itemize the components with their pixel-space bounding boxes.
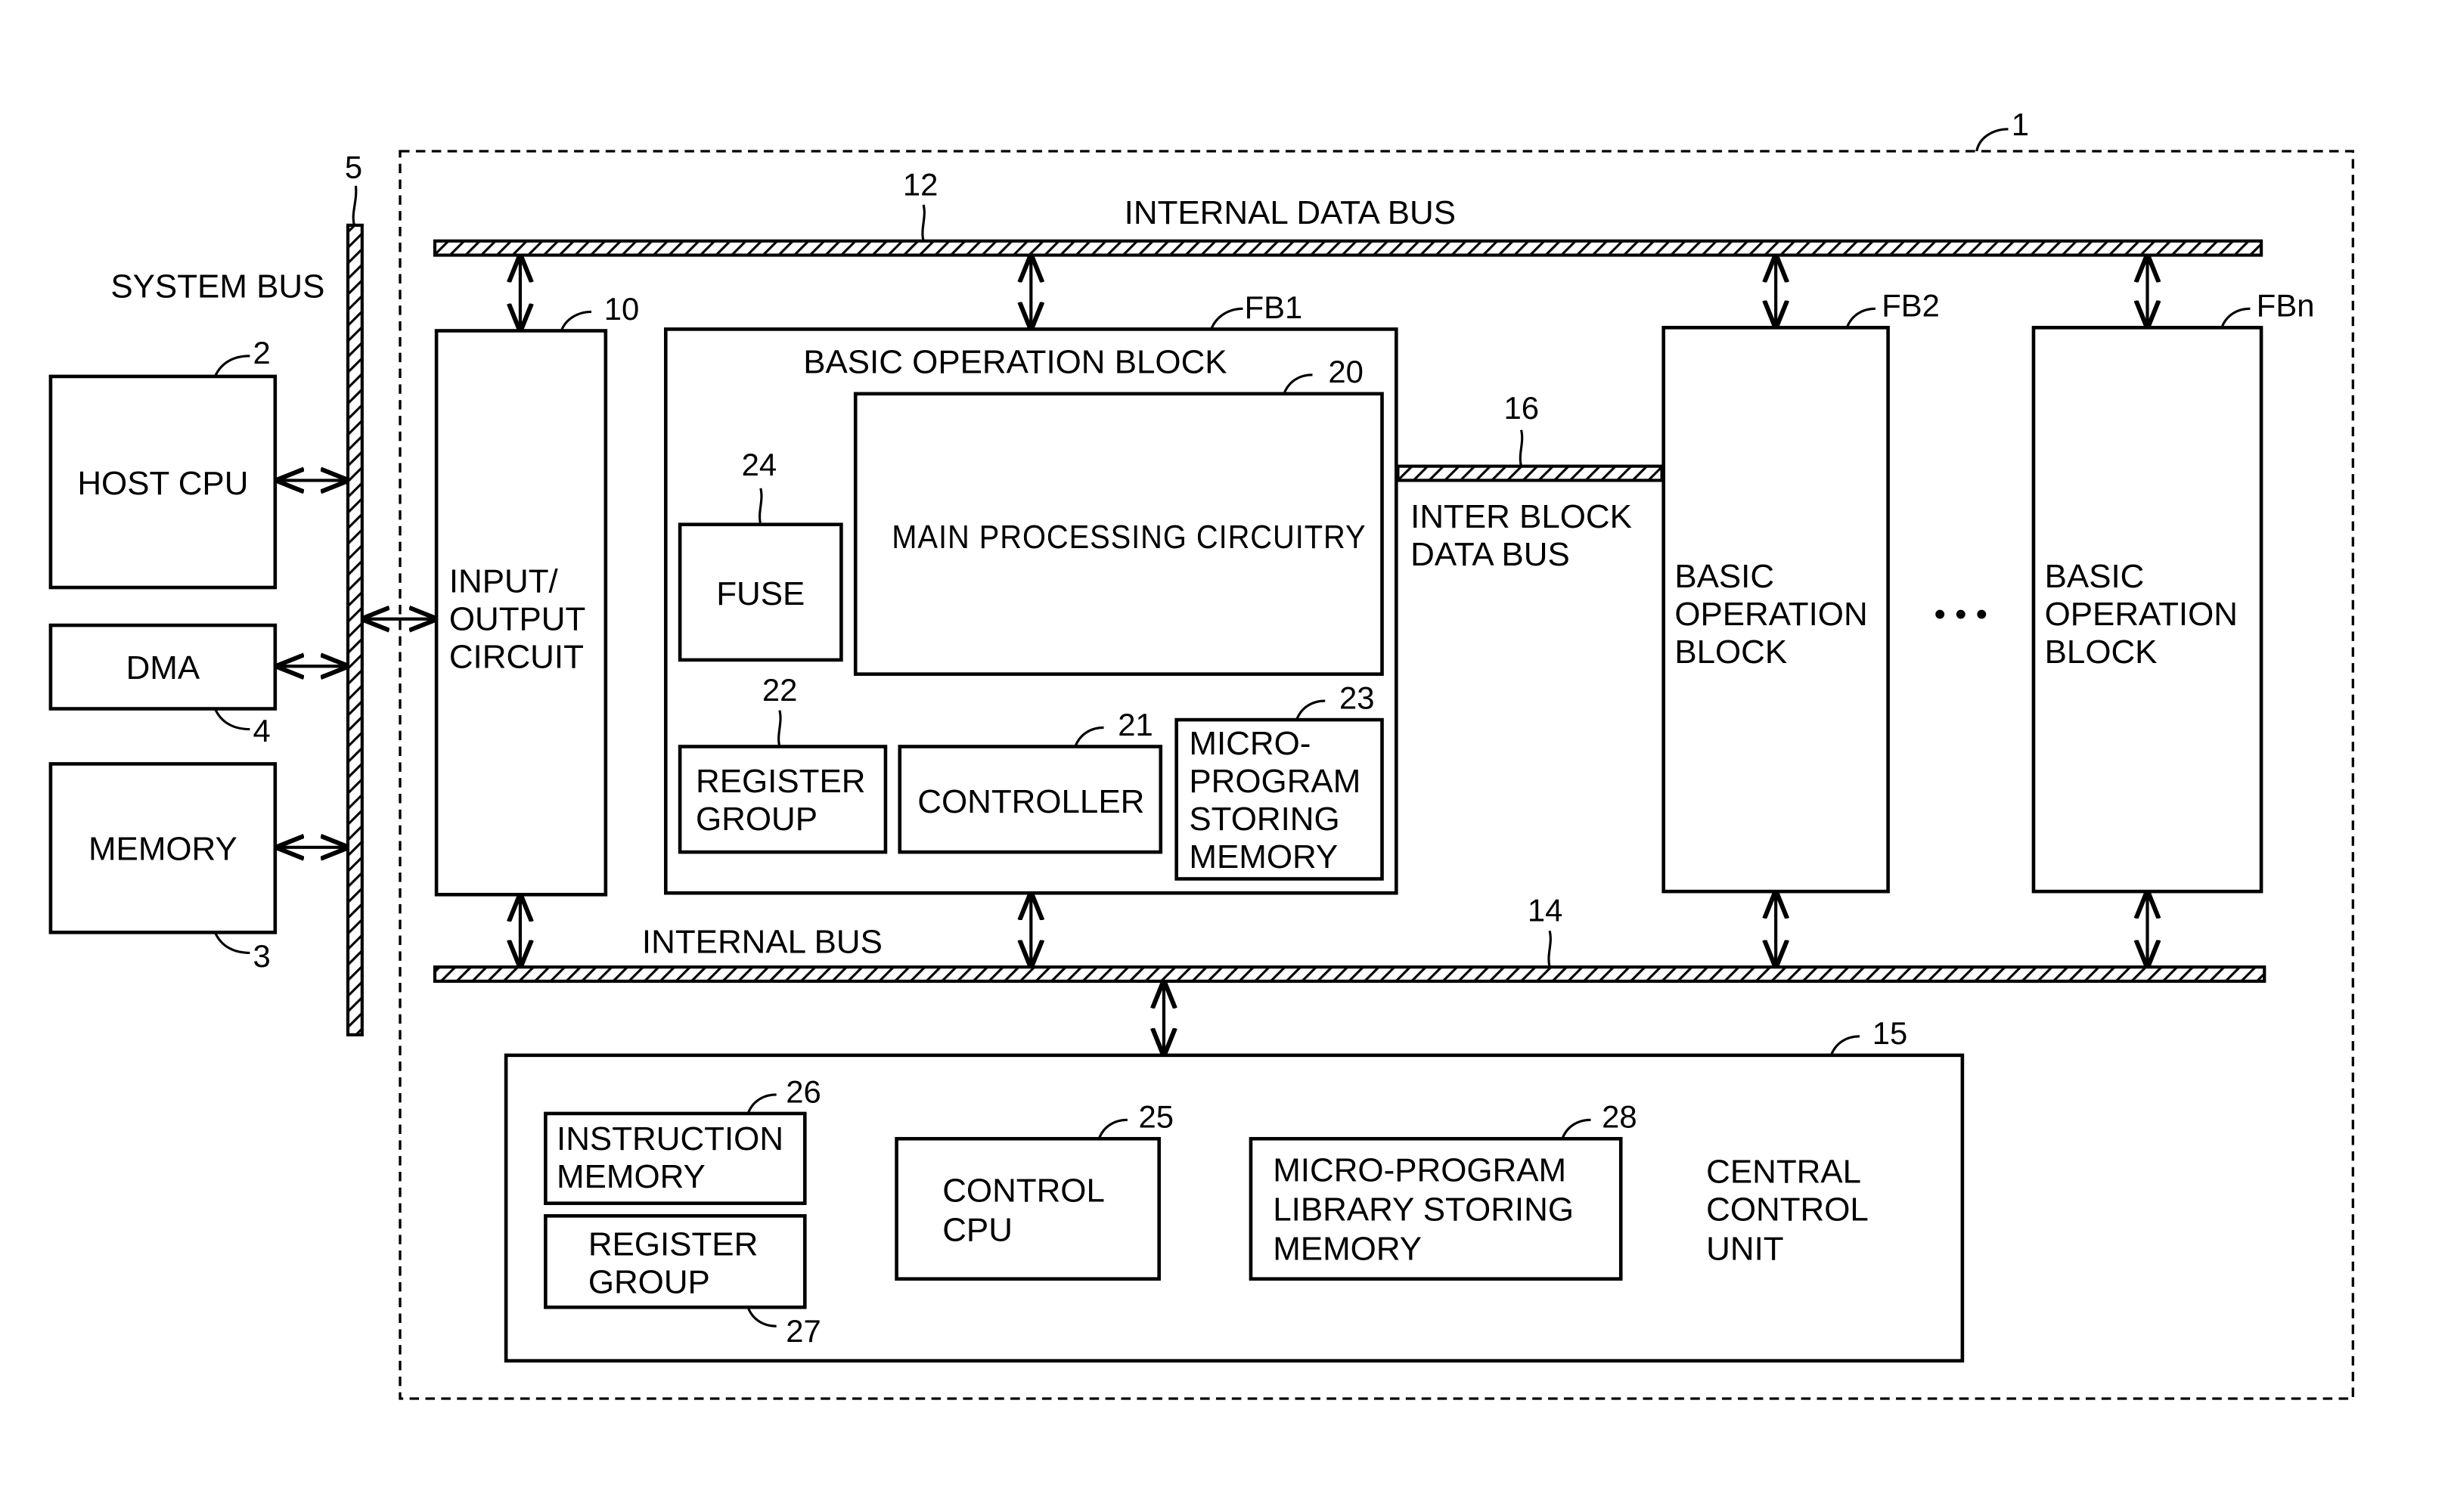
fb1-register-group-line-1: REGISTER	[696, 763, 865, 800]
microprogram-library-line-3: MEMORY	[1273, 1231, 1422, 1268]
fb1-title: BASIC OPERATION BLOCK	[803, 344, 1227, 381]
leader-2	[213, 355, 250, 377]
inter-block-bus-line-2: DATA BUS	[1410, 536, 1570, 573]
leader-3	[213, 931, 250, 954]
ref-central-control: 15	[1872, 1015, 1908, 1051]
ref-main-processing: 20	[1328, 354, 1364, 389]
ref-memory: 3	[253, 938, 271, 974]
fb1-register-group-block: REGISTER GROUP	[678, 745, 888, 854]
memory-block: MEMORY	[48, 762, 278, 934]
ccu-register-group-line-2: GROUP	[588, 1263, 710, 1300]
microprogram-library-block: MICRO-PROGRAM LIBRARY STORING MEMORY	[1249, 1136, 1623, 1281]
leader-4	[213, 708, 250, 731]
ref-ccu-register-group: 27	[786, 1313, 821, 1349]
ref-fb1-microprogram: 23	[1339, 680, 1375, 716]
ref-instruction-memory: 26	[786, 1074, 821, 1109]
fuse-text: FUSE	[716, 575, 805, 612]
central-control-line-2: CONTROL	[1706, 1191, 1869, 1228]
leader-16	[1519, 429, 1524, 467]
main-processing-block: MAIN PROCESSING CIRCUITRY	[853, 392, 1384, 676]
host-cpu-label: HOST CPU	[77, 465, 248, 502]
io-circuit-line-2: OUTPUT	[449, 600, 586, 637]
central-control-block: CENTRAL CONTROL UNIT	[504, 1053, 1965, 1363]
fb1-microprogram-line-4: MEMORY	[1189, 838, 1338, 875]
block-diagram: 1 SYSTEM BUS 5 HOST CPU 2 DMA 4 MEMORY 3…	[48, 107, 2355, 1400]
ref-fb2: FB2	[1882, 288, 1940, 324]
instruction-memory-line-2: MEMORY	[557, 1158, 706, 1195]
ref-fbn: FBn	[2257, 288, 2315, 324]
leader-fb2	[1845, 307, 1875, 328]
leader-15	[1829, 1035, 1860, 1056]
io-circuit-line-1: INPUT/	[449, 562, 559, 600]
ref-internal-bus: 14	[1528, 893, 1563, 928]
io-circuit-block: INPUT/ OUTPUT CIRCUIT	[434, 329, 608, 897]
leader-1	[1975, 128, 2009, 152]
microprogram-library-line-1: MICRO-PROGRAM	[1273, 1152, 1566, 1189]
control-cpu-block: CONTROL CPU	[895, 1136, 1161, 1281]
ref-chip: 1	[2012, 107, 2029, 142]
fb1-microprogram-line-3: STORING	[1189, 801, 1339, 838]
instruction-memory-block: INSTRUCTION MEMORY	[544, 1111, 807, 1205]
control-cpu-line-1: CONTROL	[942, 1173, 1105, 1210]
ccu-register-group-block: REGISTER GROUP	[544, 1214, 807, 1309]
leader-10	[560, 310, 592, 332]
microprogram-library-line-2: LIBRARY STORING	[1273, 1191, 1574, 1228]
host-cpu-block: HOST CPU	[48, 374, 278, 590]
ref-fuse: 24	[742, 447, 777, 482]
ellipsis: • • •	[1934, 596, 1988, 633]
system-bus-label: SYSTEM BUS	[110, 268, 324, 305]
system-bus	[346, 223, 364, 1036]
internal-bus	[433, 965, 2266, 983]
fb2-line-1: BASIC	[1674, 558, 1774, 595]
ref-internal-data-bus: 12	[903, 166, 939, 202]
instruction-memory-line-1: INSTRUCTION	[557, 1120, 783, 1157]
ref-dma: 4	[253, 713, 271, 748]
ref-fb1: FB1	[1245, 290, 1303, 325]
ref-io-circuit: 10	[604, 291, 640, 327]
fb1-microprogram-line-1: MICRO-	[1189, 725, 1311, 762]
fuse-block: FUSE	[678, 522, 843, 662]
internal-data-bus	[433, 239, 2263, 257]
fbn-block: BASIC OPERATION BLOCK	[2031, 326, 2263, 894]
inter-block-bus-line-1: INTER BLOCK	[1410, 498, 1632, 535]
fb2-line-3: BLOCK	[1674, 634, 1787, 671]
fbn-line-2: OPERATION	[2045, 596, 2238, 633]
io-circuit-line-3: CIRCUIT	[449, 638, 584, 675]
memory-label: MEMORY	[88, 831, 237, 868]
fb2-block: BASIC OPERATION BLOCK	[1661, 326, 1890, 894]
fb1-microprogram-memory-block: MICRO- PROGRAM STORING MEMORY	[1174, 717, 1384, 881]
control-cpu-line-2: CPU	[942, 1212, 1013, 1249]
ref-host-cpu: 2	[253, 335, 271, 370]
controller-label: CONTROLLER	[917, 783, 1144, 820]
leader-12	[921, 204, 926, 242]
ref-inter-block-bus: 16	[1504, 390, 1540, 426]
fb1-microprogram-line-2: PROGRAM	[1189, 763, 1360, 800]
ref-controller: 21	[1118, 707, 1153, 742]
fb1-register-group-line-2: GROUP	[696, 801, 818, 838]
fbn-line-1: BASIC	[2045, 558, 2145, 595]
fb2-line-2: OPERATION	[1674, 596, 1867, 633]
leader-fbn	[2220, 307, 2251, 328]
internal-data-bus-label: INTERNAL DATA BUS	[1125, 194, 1456, 231]
controller-block: CONTROLLER	[898, 745, 1163, 854]
main-processing-label: MAIN PROCESSING CIRCUITRY	[892, 519, 1366, 556]
leader-5	[352, 185, 358, 226]
leader-14	[1547, 930, 1552, 968]
internal-bus-label: INTERNAL BUS	[642, 923, 883, 960]
ref-system-bus: 5	[345, 149, 362, 184]
ref-control-cpu: 25	[1138, 1099, 1174, 1135]
fbn-line-3: BLOCK	[2045, 634, 2158, 671]
central-control-line-3: UNIT	[1706, 1231, 1783, 1268]
ref-fb1-register-group: 22	[762, 672, 798, 708]
ccu-register-group-line-1: REGISTER	[588, 1225, 758, 1263]
central-control-line-1: CENTRAL	[1706, 1154, 1861, 1191]
dma-block: DMA	[48, 623, 278, 711]
dma-label: DMA	[126, 649, 200, 686]
inter-block-data-bus	[1396, 464, 1664, 482]
ref-microprogram-library: 28	[1602, 1099, 1637, 1135]
leader-fb1	[1210, 307, 1243, 330]
